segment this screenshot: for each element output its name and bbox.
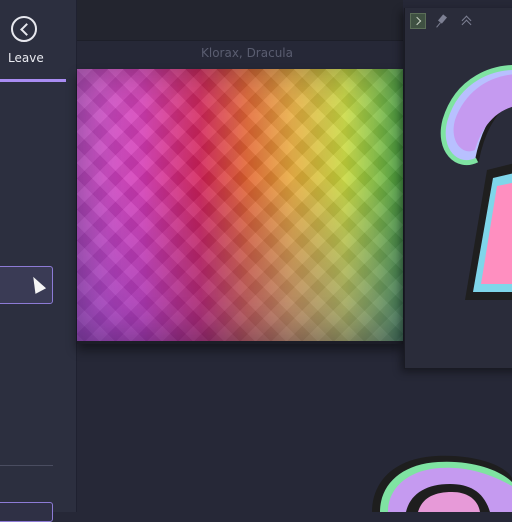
chevron-right-icon[interactable] bbox=[410, 13, 426, 29]
back-icon[interactable] bbox=[11, 16, 37, 42]
document-title: Klorax, Dracula bbox=[201, 46, 293, 60]
pin-icon[interactable] bbox=[435, 13, 451, 29]
canvas-header bbox=[77, 0, 403, 41]
leave-label[interactable]: Leave bbox=[8, 51, 44, 65]
sidebar-divider bbox=[0, 465, 53, 466]
sidebar-item-selected[interactable] bbox=[0, 266, 53, 304]
logo-letter-art bbox=[440, 65, 512, 300]
preview-image[interactable] bbox=[77, 69, 403, 344]
sidebar: Leave bbox=[0, 0, 77, 522]
sidebar-item[interactable] bbox=[0, 502, 53, 522]
active-tab-indicator bbox=[0, 79, 66, 82]
image-vignette bbox=[77, 69, 403, 341]
double-chevron-up-icon[interactable] bbox=[459, 13, 475, 29]
logo-word-art bbox=[372, 455, 512, 512]
floating-panel bbox=[404, 8, 512, 369]
